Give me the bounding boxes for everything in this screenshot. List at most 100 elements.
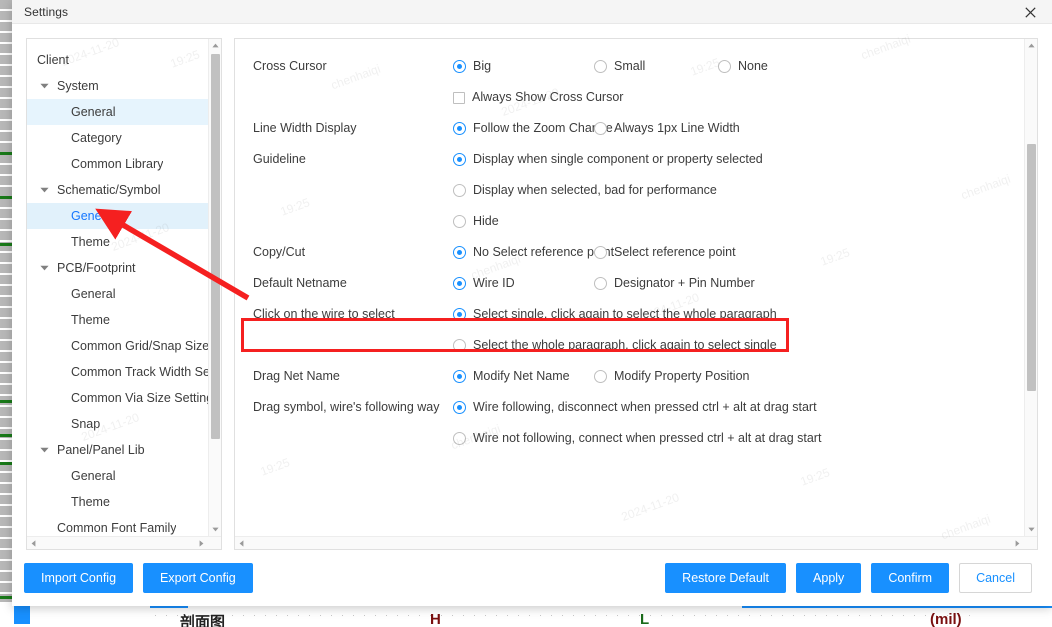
sidebar-vertical-scrollbar[interactable] bbox=[208, 39, 221, 536]
sidebar-item-label: Category bbox=[71, 131, 122, 145]
radio-label: Select single, click again to select the… bbox=[473, 299, 777, 330]
export-config-button[interactable]: Export Config bbox=[143, 563, 253, 593]
background-text-fragment: 剖面图 bbox=[180, 611, 225, 627]
radio-unselected-icon[interactable] bbox=[594, 60, 607, 73]
option-label: Line Width Display bbox=[253, 113, 453, 144]
radio-option[interactable]: Small bbox=[594, 51, 718, 82]
radio-selected-icon[interactable] bbox=[453, 277, 466, 290]
scroll-down-icon[interactable] bbox=[209, 523, 222, 536]
chevron-down-icon[interactable] bbox=[37, 261, 51, 275]
scroll-left-icon[interactable] bbox=[235, 537, 248, 550]
sidebar-scroll-thumb[interactable] bbox=[211, 54, 220, 439]
radio-option[interactable]: Select the whole paragraph, click again … bbox=[453, 330, 777, 361]
sidebar-item-theme[interactable]: Theme bbox=[27, 307, 221, 333]
sidebar-item-category[interactable]: Category bbox=[27, 125, 221, 151]
sidebar-item-label: Schematic/Symbol bbox=[57, 183, 161, 197]
sidebar-item-pcb-footprint[interactable]: PCB/Footprint bbox=[27, 255, 221, 281]
option-row-continued: Display when selected, bad for performan… bbox=[235, 175, 1023, 206]
import-config-button[interactable]: Import Config bbox=[24, 563, 133, 593]
sidebar-item-common-via-size-setting[interactable]: Common Via Size Setting bbox=[27, 385, 221, 411]
sidebar-item-common-library[interactable]: Common Library bbox=[27, 151, 221, 177]
scroll-up-icon[interactable] bbox=[209, 39, 222, 52]
radio-option[interactable]: Big bbox=[453, 51, 594, 82]
apply-button[interactable]: Apply bbox=[796, 563, 861, 593]
radio-unselected-icon[interactable] bbox=[453, 215, 466, 228]
scroll-right-icon[interactable] bbox=[195, 537, 208, 550]
radio-selected-icon[interactable] bbox=[453, 153, 466, 166]
options-horizontal-scrollbar[interactable] bbox=[235, 536, 1037, 549]
radio-option[interactable]: Wire not following, connect when pressed… bbox=[453, 423, 821, 454]
chevron-down-icon[interactable] bbox=[37, 443, 51, 457]
radio-option[interactable]: Select single, click again to select the… bbox=[453, 299, 777, 330]
radio-selected-icon[interactable] bbox=[453, 401, 466, 414]
cancel-button[interactable]: Cancel bbox=[959, 563, 1032, 593]
dialog-body: ClientSystemGeneralCategoryCommon Librar… bbox=[12, 24, 1052, 550]
sidebar-item-label: Client bbox=[37, 53, 69, 67]
radio-unselected-icon[interactable] bbox=[594, 246, 607, 259]
radio-unselected-icon[interactable] bbox=[594, 277, 607, 290]
radio-option[interactable]: Modify Net Name bbox=[453, 361, 594, 392]
sidebar-item-snap[interactable]: Snap bbox=[27, 411, 221, 437]
radio-option[interactable]: Display when single component or propert… bbox=[453, 144, 763, 175]
scroll-left-icon[interactable] bbox=[27, 537, 40, 550]
radio-option[interactable]: Wire ID bbox=[453, 268, 594, 299]
radio-option[interactable]: Modify Property Position bbox=[594, 361, 749, 392]
sidebar-item-general[interactable]: General bbox=[27, 463, 221, 489]
sidebar-item-schematic-symbol[interactable]: Schematic/Symbol bbox=[27, 177, 221, 203]
radio-option[interactable]: Wire following, disconnect when pressed … bbox=[453, 392, 817, 423]
radio-selected-icon[interactable] bbox=[453, 246, 466, 259]
sidebar-item-system[interactable]: System bbox=[27, 73, 221, 99]
checkbox-option[interactable]: Always Show Cross Cursor bbox=[453, 82, 623, 113]
checkbox-unchecked-icon[interactable] bbox=[453, 92, 465, 104]
option-controls: Wire not following, connect when pressed… bbox=[453, 423, 1023, 454]
radio-option[interactable]: None bbox=[718, 51, 768, 82]
radio-option[interactable]: Always 1px Line Width bbox=[594, 113, 740, 144]
sidebar-item-theme[interactable]: Theme bbox=[27, 489, 221, 515]
radio-unselected-icon[interactable] bbox=[594, 122, 607, 135]
radio-selected-icon[interactable] bbox=[453, 308, 466, 321]
chevron-down-icon[interactable] bbox=[37, 183, 51, 197]
options-scroll-thumb[interactable] bbox=[1027, 144, 1036, 391]
radio-unselected-icon[interactable] bbox=[594, 370, 607, 383]
sidebar-item-common-track-width-setting[interactable]: Common Track Width Setting bbox=[27, 359, 221, 385]
radio-unselected-icon[interactable] bbox=[453, 184, 466, 197]
radio-selected-icon[interactable] bbox=[453, 122, 466, 135]
radio-unselected-icon[interactable] bbox=[453, 432, 466, 445]
option-row: Drag Net NameModify Net NameModify Prope… bbox=[235, 361, 1023, 392]
restore-default-button[interactable]: Restore Default bbox=[665, 563, 786, 593]
radio-unselected-icon[interactable] bbox=[718, 60, 731, 73]
confirm-button[interactable]: Confirm bbox=[871, 563, 949, 593]
option-controls: Hide bbox=[453, 206, 1023, 237]
radio-option[interactable]: Follow the Zoom Change bbox=[453, 113, 594, 144]
sidebar-item-label: General bbox=[71, 209, 115, 223]
sidebar-item-client[interactable]: Client bbox=[27, 47, 221, 73]
options-vertical-scrollbar[interactable] bbox=[1024, 39, 1037, 536]
sidebar-item-theme[interactable]: Theme bbox=[27, 229, 221, 255]
sidebar-horizontal-scrollbar[interactable] bbox=[27, 536, 221, 549]
sidebar-item-common-grid-snap-size-setting[interactable]: Common Grid/Snap Size Setting bbox=[27, 333, 221, 359]
sidebar-item-general[interactable]: General bbox=[27, 203, 221, 229]
close-icon[interactable] bbox=[1008, 0, 1052, 24]
radio-label: Designator + Pin Number bbox=[614, 268, 755, 299]
radio-selected-icon[interactable] bbox=[453, 60, 466, 73]
scroll-right-icon[interactable] bbox=[1011, 537, 1024, 550]
sidebar-item-panel-panel-lib[interactable]: Panel/Panel Lib bbox=[27, 437, 221, 463]
scroll-up-icon[interactable] bbox=[1025, 39, 1038, 52]
chevron-down-icon[interactable] bbox=[37, 79, 51, 93]
option-controls: No Select reference pointSelect referenc… bbox=[453, 237, 1023, 268]
radio-option[interactable]: Select reference point bbox=[594, 237, 736, 268]
background-text-fragment: L bbox=[640, 611, 649, 627]
sidebar-item-general[interactable]: General bbox=[27, 99, 221, 125]
radio-option[interactable]: Designator + Pin Number bbox=[594, 268, 755, 299]
radio-selected-icon[interactable] bbox=[453, 370, 466, 383]
sidebar-item-general[interactable]: General bbox=[27, 281, 221, 307]
radio-option[interactable]: No Select reference point bbox=[453, 237, 594, 268]
radio-option[interactable]: Hide bbox=[453, 206, 499, 237]
radio-label: No Select reference point bbox=[473, 237, 614, 268]
option-label: Drag Net Name bbox=[253, 361, 453, 392]
option-controls: Always Show Cross Cursor bbox=[453, 82, 1023, 113]
radio-unselected-icon[interactable] bbox=[453, 339, 466, 352]
scroll-down-icon[interactable] bbox=[1025, 523, 1038, 536]
radio-option[interactable]: Display when selected, bad for performan… bbox=[453, 175, 717, 206]
option-label: Guideline bbox=[253, 144, 453, 175]
